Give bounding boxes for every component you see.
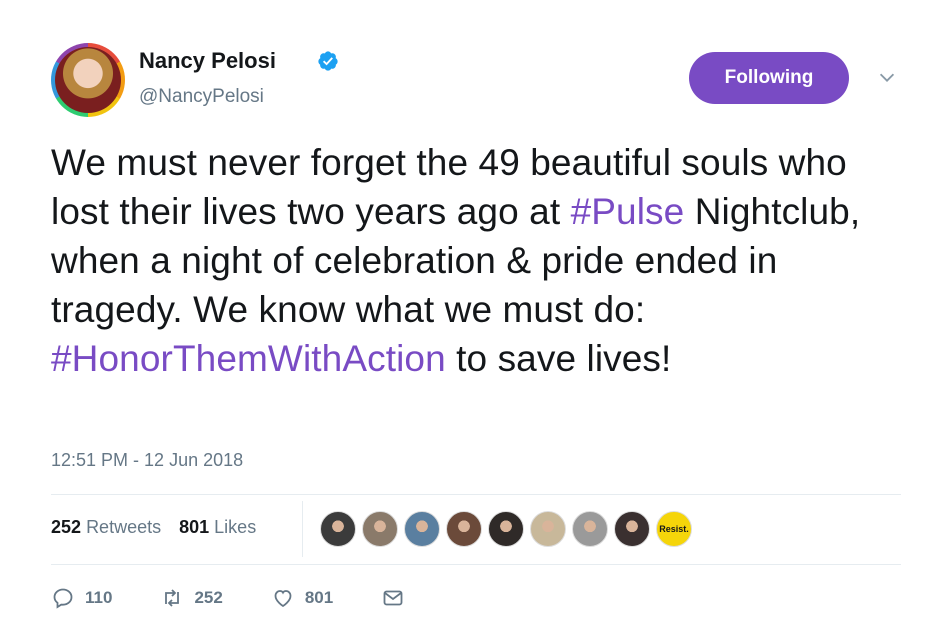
tweet-text-segment: to save lives! [445, 338, 672, 379]
liker-avatar[interactable] [530, 511, 566, 547]
likes-label: Likes [214, 517, 257, 537]
divider [51, 494, 901, 495]
hashtag-pulse-link[interactable]: #Pulse [571, 191, 685, 232]
tweet-actions: 110 252 801 [51, 586, 453, 610]
tweet-text: We must never forget the 49 beautiful so… [51, 138, 901, 383]
likes-stat[interactable]: 801 Likes [179, 517, 256, 538]
engagement-stats: 252 Retweets 801 Likes [51, 517, 256, 538]
liker-avatar[interactable] [446, 511, 482, 547]
liker-avatar[interactable] [572, 511, 608, 547]
verified-badge-icon [318, 51, 338, 71]
liker-avatar-resist[interactable]: Resist. [656, 511, 692, 547]
divider [51, 564, 901, 565]
liker-avatar[interactable] [614, 511, 650, 547]
retweet-icon [165, 589, 180, 607]
retweets-label: Retweets [86, 517, 162, 537]
chevron-down-icon[interactable] [876, 66, 898, 88]
author-name[interactable]: Nancy Pelosi [139, 48, 276, 74]
heart-icon [274, 590, 292, 608]
retweet-button[interactable]: 252 [160, 586, 223, 610]
like-button[interactable]: 801 [271, 586, 333, 610]
liker-avatar[interactable] [320, 511, 356, 547]
reply-icon [53, 588, 73, 609]
retweets-stat[interactable]: 252 Retweets [51, 517, 161, 538]
like-count: 801 [304, 588, 334, 607]
likes-count: 801 [179, 517, 210, 537]
author-handle[interactable]: @NancyPelosi [139, 86, 264, 108]
tweet-timestamp[interactable]: 12:51 PM - 12 Jun 2018 [51, 450, 243, 471]
retweet-count: 252 [194, 588, 223, 607]
reply-count: 110 [85, 588, 113, 607]
liker-avatar[interactable] [488, 511, 524, 547]
liker-avatar[interactable] [362, 511, 398, 547]
direct-message-button[interactable] [381, 586, 405, 610]
liker-avatar[interactable] [404, 511, 440, 547]
stats-separator [302, 501, 303, 557]
reply-button[interactable]: 110 [51, 586, 112, 610]
author-avatar[interactable] [51, 43, 125, 117]
liker-avatars: Resist. [320, 511, 692, 547]
following-button[interactable]: Following [689, 52, 849, 104]
avatar-photo [55, 47, 121, 113]
retweets-count: 252 [51, 517, 82, 537]
envelope-icon [383, 590, 403, 606]
hashtag-honorthemwithaction-link[interactable]: #HonorThemWithAction [51, 338, 446, 379]
